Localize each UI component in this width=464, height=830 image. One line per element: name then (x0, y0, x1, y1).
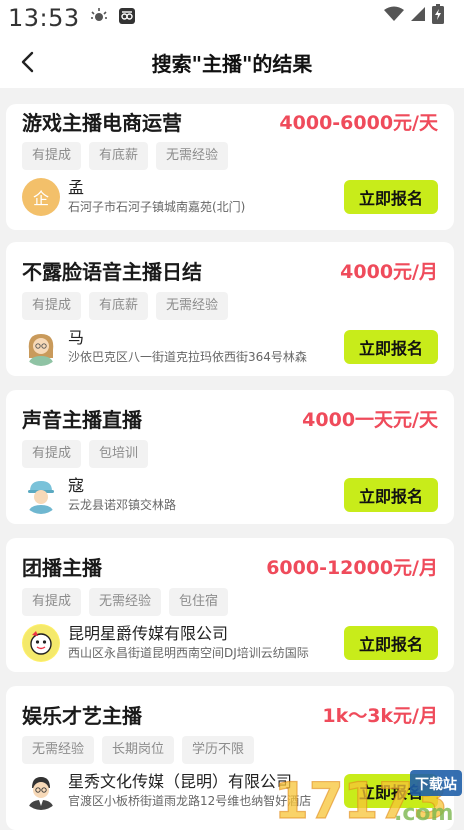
job-tag: 学历不限 (182, 736, 255, 764)
job-salary: 4000-6000元/天 (279, 111, 438, 134)
job-tag: 无需经验 (156, 292, 229, 320)
job-tag: 有提成 (22, 440, 82, 468)
job-salary: 1k～3k元/月 (322, 704, 438, 727)
job-tags: 有提成 无需经验 包住宿 (22, 588, 438, 616)
wifi-icon (384, 6, 404, 26)
job-title: 不露脸语音主播日结 (22, 259, 202, 284)
job-tag: 有底薪 (89, 292, 149, 320)
signal-icon (410, 6, 426, 26)
weather-sun-icon (90, 7, 108, 29)
woman-avatar-icon (28, 334, 54, 366)
apply-button[interactable]: 立即报名 (344, 774, 438, 808)
job-title: 声音主播直播 (22, 407, 142, 432)
job-card-header: 声音主播直播 4000一天元/天 (22, 390, 438, 446)
status-bar: 13:53 (0, 0, 464, 36)
poster-row: 企 孟 石河子市石河子镇城南嘉苑(北门) 立即报名 (22, 178, 438, 216)
worker-avatar-icon (28, 481, 54, 514)
job-tag: 无需经验 (156, 142, 229, 170)
apply-button[interactable]: 立即报名 (344, 626, 438, 660)
poster-row: 昆明星爵传媒有限公司 西山区永昌街道昆明西南空间DJ培训云纺国际 立即报名 (22, 624, 438, 662)
job-card[interactable]: 不露脸语音主播日结 4000元/月 有提成 有底薪 无需经验 马 沙依巴克区八一… (6, 242, 454, 376)
job-card-header: 娱乐才艺主播 1k～3k元/月 (22, 686, 438, 742)
company-avatar-glyph: 企 (32, 189, 49, 208)
title-bar: 搜索"主播"的结果 (0, 36, 464, 88)
app-notification-icon (118, 7, 136, 29)
apply-button[interactable]: 立即报名 (344, 330, 438, 364)
status-time: 13:53 (8, 4, 80, 32)
avatar (22, 772, 60, 810)
job-card[interactable]: 团播主播 6000-12000元/月 有提成 无需经验 包住宿 昆明星爵传媒有限… (6, 538, 454, 672)
job-salary: 4000一天元/天 (302, 408, 438, 431)
job-tag: 有提成 (22, 292, 82, 320)
job-salary: 6000-12000元/月 (266, 556, 438, 579)
avatar (22, 476, 60, 514)
avatar (22, 624, 60, 662)
job-tag: 无需经验 (22, 736, 95, 764)
job-card[interactable]: 娱乐才艺主播 1k～3k元/月 无需经验 长期岗位 学历不限 星秀文化传媒（昆明… (6, 686, 454, 830)
job-salary: 4000元/月 (340, 260, 438, 283)
apply-button[interactable]: 立即报名 (344, 180, 438, 214)
job-title: 团播主播 (22, 555, 102, 580)
back-button[interactable] (14, 48, 42, 76)
job-tag: 无需经验 (89, 588, 162, 616)
avatar: 企 (22, 178, 60, 216)
job-tags: 有提成 有底薪 无需经验 (22, 142, 438, 170)
job-tag: 长期岗位 (102, 736, 175, 764)
job-title: 娱乐才艺主播 (22, 703, 142, 728)
job-card-header: 游戏主播电商运营 4000-6000元/天 (22, 104, 438, 138)
job-card[interactable]: 声音主播直播 4000一天元/天 有提成 包培训 寇 云龙县诺邓镇交林路 立即报… (6, 390, 454, 524)
job-tag: 包住宿 (169, 588, 229, 616)
job-title: 游戏主播电商运营 (22, 110, 182, 135)
poster-row: 星秀文化传媒（昆明）有限公司 官渡区小板桥街道雨龙路12号维也纳智好酒店 立即报… (22, 772, 438, 810)
poster-row: 寇 云龙县诺邓镇交林路 立即报名 (22, 476, 438, 514)
job-card[interactable]: 游戏主播电商运营 4000-6000元/天 有提成 有底薪 无需经验 企 孟 石… (6, 104, 454, 230)
job-tag: 有底薪 (89, 142, 149, 170)
job-tags: 有提成 包培训 (22, 440, 438, 468)
job-tags: 无需经验 长期岗位 学历不限 (22, 736, 438, 764)
job-tag: 有提成 (22, 588, 82, 616)
back-arrow-icon (21, 51, 34, 73)
battery-charging-icon (432, 4, 444, 28)
cartoon-logo-avatar-icon (23, 625, 59, 661)
job-tags: 有提成 有底薪 无需经验 (22, 292, 438, 320)
job-card-header: 团播主播 6000-12000元/月 (22, 538, 438, 594)
apply-button[interactable]: 立即报名 (344, 478, 438, 512)
job-card-header: 不露脸语音主播日结 4000元/月 (22, 242, 438, 298)
status-right-icons (384, 4, 444, 28)
job-tag: 有提成 (22, 142, 82, 170)
job-tag: 包培训 (89, 440, 149, 468)
avatar (22, 328, 60, 366)
man-avatar-icon (28, 777, 54, 810)
page-title: 搜索"主播"的结果 (151, 51, 313, 76)
poster-row: 马 沙依巴克区八一街道克拉玛依西街364号林森 立即报名 (22, 328, 438, 366)
status-left-icons (90, 7, 136, 29)
